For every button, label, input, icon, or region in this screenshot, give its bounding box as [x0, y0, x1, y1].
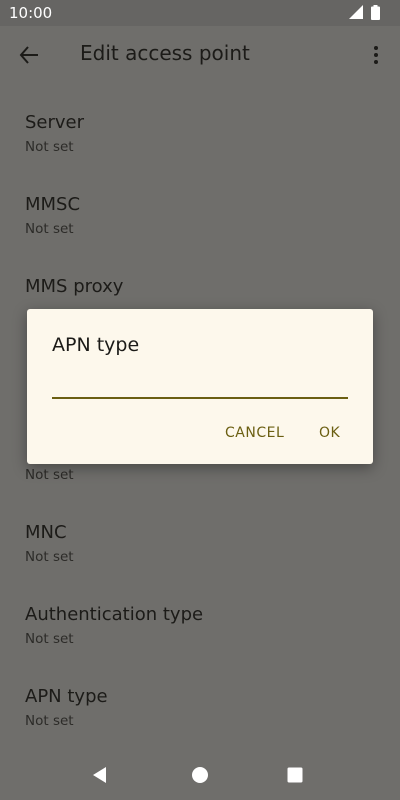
home-circle-icon — [192, 767, 208, 783]
setting-summary: Not set — [25, 631, 74, 647]
setting-title: Server — [25, 112, 85, 133]
battery-icon — [371, 5, 380, 20]
more-vert-icon — [374, 46, 378, 64]
cancel-button[interactable]: CANCEL — [223, 421, 286, 445]
navigation-bar — [0, 750, 400, 800]
dialog-title: APN type — [52, 334, 140, 356]
nav-home-button[interactable] — [191, 766, 209, 788]
setting-summary: Not set — [25, 549, 74, 565]
setting-summary: Not set — [25, 221, 74, 237]
setting-summary: Not set — [25, 713, 74, 729]
apn-type-input[interactable] — [52, 373, 348, 399]
setting-title: APN type — [25, 686, 108, 707]
signal-icon — [348, 5, 363, 19]
app-bar: Edit access point — [0, 26, 400, 82]
setting-server[interactable]: Server Not set — [0, 82, 400, 164]
status-icons — [348, 5, 380, 21]
setting-title: MMSC — [25, 194, 81, 215]
page-title: Edit access point — [80, 41, 250, 65]
back-button[interactable] — [14, 42, 44, 68]
nav-back-button[interactable] — [91, 766, 109, 788]
nav-recents-button[interactable] — [287, 767, 303, 787]
arrow-back-icon — [19, 46, 38, 64]
ok-button[interactable]: OK — [317, 421, 342, 445]
setting-summary: Not set — [25, 139, 74, 155]
setting-summary: Not set — [25, 467, 74, 483]
recents-square-icon — [287, 767, 303, 783]
setting-title: MNC — [25, 522, 67, 543]
setting-apn-type[interactable]: APN type Not set — [0, 656, 400, 738]
setting-title: MMS proxy — [25, 276, 124, 297]
status-bar: 10:00 — [0, 0, 400, 26]
status-time: 10:00 — [9, 4, 53, 22]
setting-mnc[interactable]: MNC Not set — [0, 492, 400, 574]
setting-authentication-type[interactable]: Authentication type Not set — [0, 574, 400, 656]
back-triangle-icon — [93, 767, 106, 783]
more-options-button[interactable] — [366, 42, 386, 68]
setting-mmsc[interactable]: MMSC Not set — [0, 164, 400, 246]
apn-type-dialog: APN type CANCEL OK — [27, 309, 373, 464]
setting-title: Authentication type — [25, 604, 204, 625]
